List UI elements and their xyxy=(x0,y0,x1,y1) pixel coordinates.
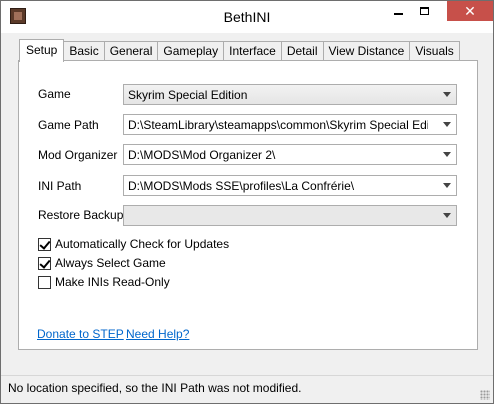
mod-organizer-combo[interactable]: D:\MODS\Mod Organizer 2\ xyxy=(123,144,457,165)
chevron-down-icon xyxy=(443,213,451,218)
donate-link[interactable]: Donate to STEP xyxy=(37,327,124,341)
always-select-game-checkbox[interactable] xyxy=(38,256,51,270)
always-select-game-checkbox-row[interactable]: Always Select Game xyxy=(38,256,166,270)
game-path-combo[interactable]: D:\SteamLibrary\steamapps\common\Skyrim … xyxy=(123,114,457,135)
ini-path-label: INI Path xyxy=(38,179,82,193)
auto-update-checkbox[interactable] xyxy=(38,237,51,251)
chevron-down-icon xyxy=(443,92,451,97)
chevron-down-icon xyxy=(443,122,451,127)
resize-grip[interactable] xyxy=(480,390,490,400)
status-text: No location specified, so the INI Path w… xyxy=(8,381,302,395)
setup-panel: Game Skyrim Special Edition Game Path D:… xyxy=(18,60,478,350)
title-bar[interactable]: BethINI ✕ xyxy=(1,1,493,33)
auto-update-checkbox-row[interactable]: Automatically Check for Updates xyxy=(38,237,229,251)
game-path-value: D:\SteamLibrary\steamapps\common\Skyrim … xyxy=(128,118,428,132)
restore-backup-select[interactable] xyxy=(123,205,457,226)
chevron-down-icon xyxy=(443,152,451,157)
minimize-icon xyxy=(393,13,403,15)
mod-organizer-value: D:\MODS\Mod Organizer 2\ xyxy=(128,148,276,162)
tab-strip: Setup Basic General Gameplay Interface D… xyxy=(19,39,460,62)
close-button[interactable]: ✕ xyxy=(447,1,493,21)
read-only-checkbox[interactable] xyxy=(38,275,51,289)
restore-backup-label: Restore Backup xyxy=(38,208,124,222)
mod-organizer-label: Mod Organizer xyxy=(38,148,118,162)
tab-visuals[interactable]: Visuals xyxy=(409,41,460,61)
game-path-label: Game Path xyxy=(38,118,99,132)
chevron-down-icon xyxy=(443,183,451,188)
need-help-link[interactable]: Need Help? xyxy=(126,327,189,341)
tab-setup[interactable]: Setup xyxy=(19,39,65,62)
bethini-window: BethINI ✕ Setup Basic General Gameplay I… xyxy=(0,0,494,404)
game-label: Game xyxy=(38,87,71,101)
game-select-value: Skyrim Special Edition xyxy=(128,88,248,102)
tab-detail[interactable]: Detail xyxy=(280,41,324,61)
ini-path-value: D:\MODS\Mods SSE\profiles\La Confrérie\ xyxy=(128,179,355,193)
minimize-button[interactable] xyxy=(385,1,411,21)
ini-path-combo[interactable]: D:\MODS\Mods SSE\profiles\La Confrérie\ xyxy=(123,175,457,196)
read-only-checkbox-row[interactable]: Make INIs Read-Only xyxy=(38,275,170,289)
status-bar: No location specified, so the INI Path w… xyxy=(1,375,493,403)
always-select-game-label[interactable]: Always Select Game xyxy=(55,256,166,270)
read-only-label[interactable]: Make INIs Read-Only xyxy=(55,275,170,289)
maximize-button[interactable] xyxy=(411,1,437,21)
auto-update-label[interactable]: Automatically Check for Updates xyxy=(55,237,229,251)
tab-interface[interactable]: Interface xyxy=(223,41,282,61)
tab-general[interactable]: General xyxy=(103,41,159,61)
tab-basic[interactable]: Basic xyxy=(63,41,105,61)
tab-view-distance[interactable]: View Distance xyxy=(322,41,411,61)
maximize-icon xyxy=(419,7,429,15)
close-icon: ✕ xyxy=(464,2,476,19)
tab-gameplay[interactable]: Gameplay xyxy=(157,41,225,61)
game-select[interactable]: Skyrim Special Edition xyxy=(123,84,457,105)
